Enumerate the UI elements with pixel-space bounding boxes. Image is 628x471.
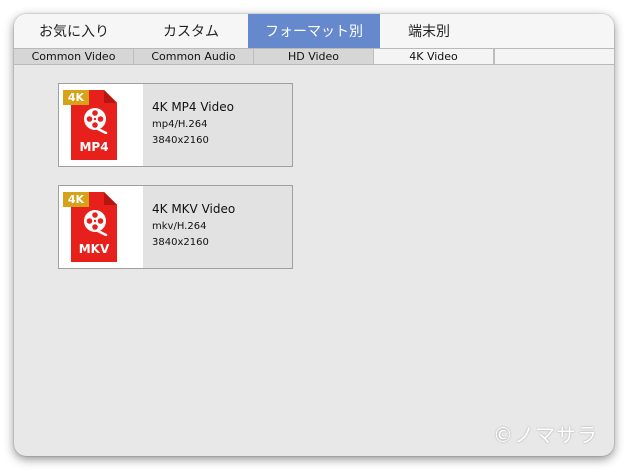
card-title: 4K MKV Video (152, 202, 236, 216)
mp4-file-icon: 4K MP4 (59, 84, 143, 166)
format-card-4k-mp4[interactable]: 4K MP4 4K MP4 Video mp4/H.264 3840x2160 (58, 83, 293, 167)
tab-by-format[interactable]: フォーマット別 (248, 14, 380, 48)
subtab-4k-video[interactable]: 4K Video (374, 49, 494, 64)
card-title: 4K MP4 Video (152, 100, 234, 114)
watermark: ©ノマサラ (493, 423, 598, 447)
subtab-common-audio[interactable]: Common Audio (134, 49, 254, 64)
4k-badge: 4K (63, 192, 89, 207)
format-selection-window: お気に入り カスタム フォーマット別 端末別 Common Video Comm… (14, 14, 614, 456)
format-card-4k-mkv[interactable]: 4K MKV 4K MKV Video mkv/H.264 3840x2160 (58, 185, 293, 269)
card-codec: mkv/H.264 (152, 221, 207, 232)
sub-tab-bar: Common Video Common Audio HD Video 4K Vi… (14, 48, 614, 65)
tab-by-device[interactable]: 端末別 (380, 14, 478, 48)
format-label: MKV (78, 242, 110, 256)
tab-custom[interactable]: カスタム (134, 14, 248, 48)
top-tab-bar: お気に入り カスタム フォーマット別 端末別 (14, 14, 614, 48)
film-reel-icon (84, 210, 108, 236)
4k-badge: 4K (63, 90, 89, 105)
format-label: MP4 (79, 140, 109, 154)
subtab-common-video[interactable]: Common Video (14, 49, 134, 64)
card-codec: mp4/H.264 (152, 119, 208, 130)
subtab-empty (494, 49, 614, 64)
card-resolution: 3840x2160 (152, 237, 209, 248)
card-resolution: 3840x2160 (152, 135, 209, 146)
film-reel-icon (84, 108, 108, 134)
subtab-hd-video[interactable]: HD Video (254, 49, 374, 64)
mkv-file-icon: 4K MKV (59, 186, 143, 268)
tab-favorites[interactable]: お気に入り (14, 14, 134, 48)
